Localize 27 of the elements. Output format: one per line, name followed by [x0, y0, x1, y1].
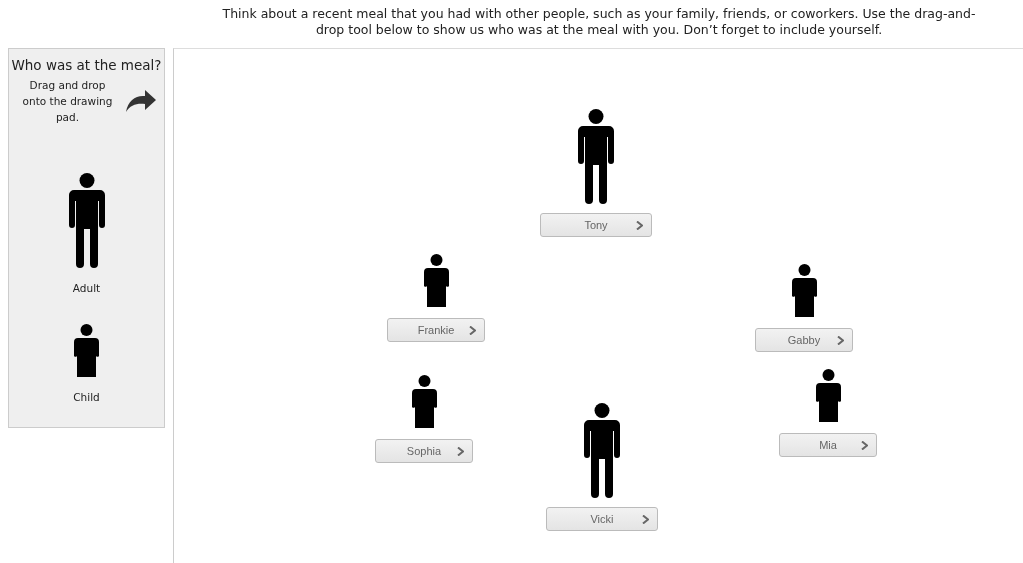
child-figure-icon [423, 254, 449, 307]
chevron-icon [837, 336, 844, 345]
instructions-text: Think about a recent meal that you had with other people, such as your family, friends, or coworkers. Use the drag-and-drop tool below to show us who was at the meal with you. Don’t forget to include yourself. [221, 6, 977, 38]
chevron-icon [457, 447, 464, 456]
child-figure-icon [791, 264, 817, 317]
drag-hint-text: Drag and drop onto the drawing pad. [21, 78, 114, 125]
child-figure-icon [411, 375, 437, 428]
child-figure-icon [815, 369, 841, 422]
curved-arrow-icon [125, 90, 156, 112]
name-button[interactable]: Mia [779, 433, 877, 457]
child-figure-icon[interactable] [74, 324, 99, 377]
chevron-icon [469, 326, 476, 335]
adult-figure-icon [583, 403, 621, 498]
chevron-icon [636, 221, 643, 230]
palette-title: Who was at the meal? [11, 57, 162, 73]
name-button[interactable]: Gabby [755, 328, 853, 352]
drawing-pad[interactable]: Tony Frankie Gabby Sophia Mia Vicki [173, 48, 1023, 563]
figure-label: Adult [72, 282, 101, 294]
adult-figure-icon[interactable] [67, 173, 106, 268]
name-button[interactable]: Sophia [375, 439, 473, 463]
adult-figure-icon [577, 109, 615, 204]
chevron-icon [861, 441, 868, 450]
name-button[interactable]: Frankie [387, 318, 485, 342]
chevron-icon [642, 515, 649, 524]
name-button[interactable]: Vicki [546, 507, 658, 531]
name-button[interactable]: Tony [540, 213, 652, 237]
figure-label: Child [73, 391, 100, 403]
